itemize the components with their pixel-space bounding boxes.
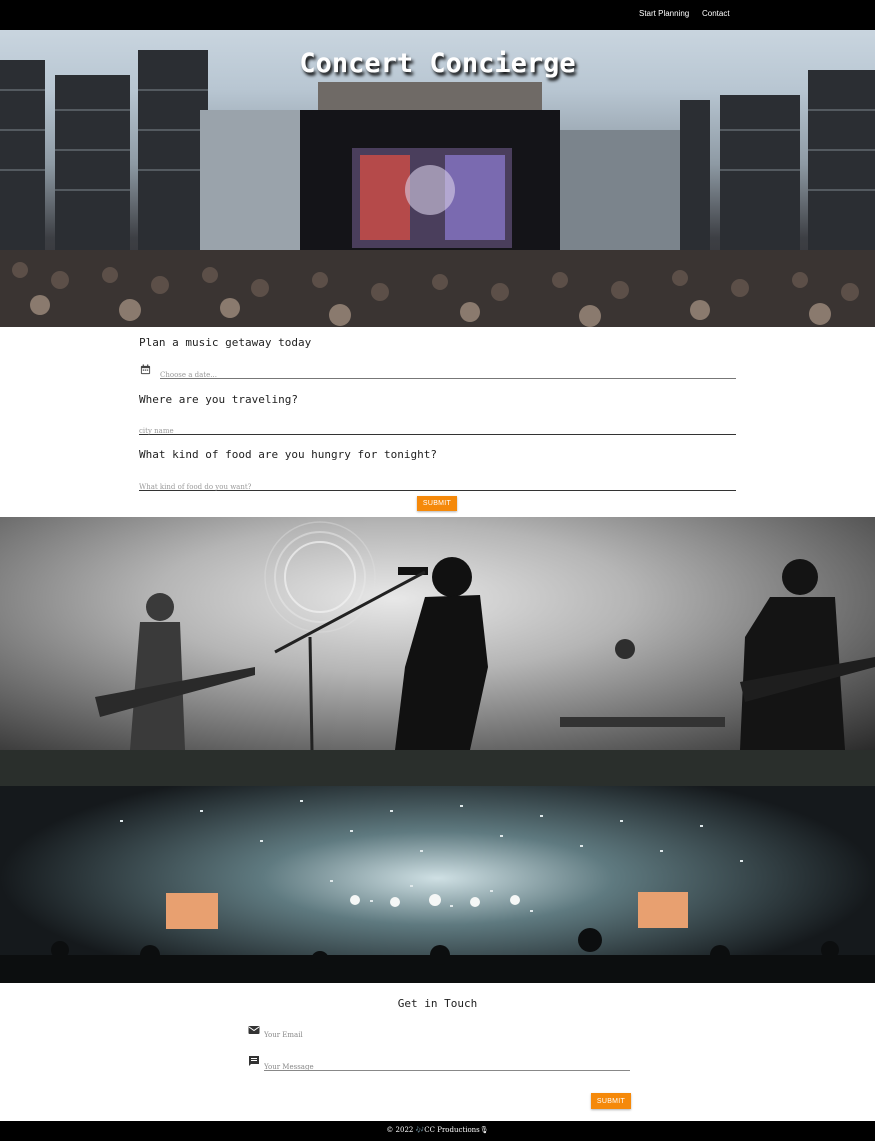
nav-contact-link[interactable]: Contact <box>702 9 730 18</box>
date-field <box>160 362 736 383</box>
trip-planner-form: Plan a music getaway today Where are you… <box>139 327 736 517</box>
message-icon <box>249 1056 259 1066</box>
message-input[interactable] <box>264 1059 630 1075</box>
gallery-image-singer <box>0 517 875 750</box>
contact-title: Get in Touch <box>397 997 478 1010</box>
date-question: Plan a music getaway today <box>139 336 312 349</box>
email-field <box>264 1022 630 1042</box>
date-input[interactable] <box>160 367 736 383</box>
gallery-image-confetti <box>0 750 875 983</box>
singer-photo <box>95 521 875 750</box>
footer: © 2022 🎶CC Productions🎙 <box>0 1121 875 1141</box>
food-question: What kind of food are you hungry for ton… <box>139 448 438 461</box>
message-field <box>264 1054 630 1075</box>
email-input[interactable] <box>264 1028 630 1042</box>
food-input[interactable] <box>139 479 736 495</box>
hero-banner: Concert Concierge <box>0 30 875 327</box>
nav-start-planning-link[interactable]: Start Planning <box>639 9 689 18</box>
planner-submit-button[interactable]: SUBMIT <box>417 496 457 511</box>
city-question: Where are you traveling? <box>139 393 298 406</box>
confetti-photo <box>0 750 875 983</box>
site-title: Concert Concierge <box>299 48 576 79</box>
contact-submit-button[interactable]: SUBMIT <box>591 1093 631 1109</box>
top-nav: Start Planning Contact <box>0 0 875 30</box>
city-field <box>139 418 736 439</box>
calendar-icon <box>140 364 151 375</box>
food-field <box>139 474 736 495</box>
city-input[interactable] <box>139 423 736 439</box>
mail-icon <box>248 1026 260 1034</box>
footer-copyright: © 2022 🎶CC Productions🎙 <box>386 1126 489 1134</box>
